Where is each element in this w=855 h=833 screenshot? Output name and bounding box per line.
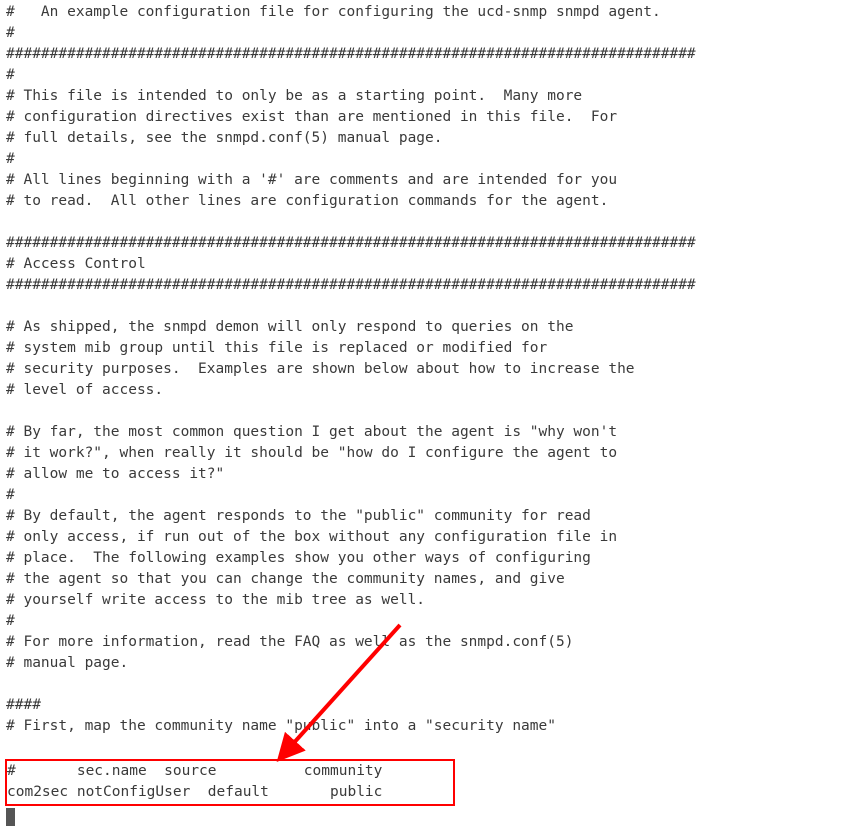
config-line [6, 674, 855, 695]
config-line [6, 296, 855, 317]
config-line [6, 212, 855, 233]
config-line: # level of access. [6, 380, 855, 401]
config-line: # First, map the community name "public"… [6, 716, 855, 737]
config-line: # All lines beginning with a '#' are com… [6, 170, 855, 191]
config-line [6, 401, 855, 422]
config-line: # only access, if run out of the box wit… [6, 527, 855, 548]
config-file-view: # An example configuration file for conf… [0, 0, 855, 758]
highlight-box: # sec.name source communitycom2sec notCo… [5, 759, 455, 806]
config-line: ########################################… [6, 233, 855, 254]
sec-header-line: # sec.name source community [7, 761, 453, 782]
config-line: # [6, 23, 855, 44]
config-line: # By far, the most common question I get… [6, 422, 855, 443]
config-line: # By default, the agent responds to the … [6, 506, 855, 527]
config-line: # yourself write access to the mib tree … [6, 590, 855, 611]
config-line: # An example configuration file for conf… [6, 2, 855, 23]
config-line: # [6, 611, 855, 632]
config-line: # security purposes. Examples are shown … [6, 359, 855, 380]
config-line: # place. The following examples show you… [6, 548, 855, 569]
config-line: # For more information, read the FAQ as … [6, 632, 855, 653]
config-line: ########################################… [6, 44, 855, 65]
config-line [6, 737, 855, 758]
config-line: # configuration directives exist than ar… [6, 107, 855, 128]
config-line: # allow me to access it?" [6, 464, 855, 485]
config-line: # As shipped, the snmpd demon will only … [6, 317, 855, 338]
config-line: # full details, see the snmpd.conf(5) ma… [6, 128, 855, 149]
config-line: # manual page. [6, 653, 855, 674]
config-line: # Access Control [6, 254, 855, 275]
config-line: #### [6, 695, 855, 716]
config-line: ########################################… [6, 275, 855, 296]
config-line: # [6, 65, 855, 86]
config-line: # it work?", when really it should be "h… [6, 443, 855, 464]
config-line: # to read. All other lines are configura… [6, 191, 855, 212]
com2sec-line: com2sec notConfigUser default public [7, 782, 453, 803]
config-line: # system mib group until this file is re… [6, 338, 855, 359]
config-line: # This file is intended to only be as a … [6, 86, 855, 107]
terminal-cursor [6, 808, 15, 826]
config-line: # [6, 485, 855, 506]
config-line: # [6, 149, 855, 170]
config-line: # the agent so that you can change the c… [6, 569, 855, 590]
